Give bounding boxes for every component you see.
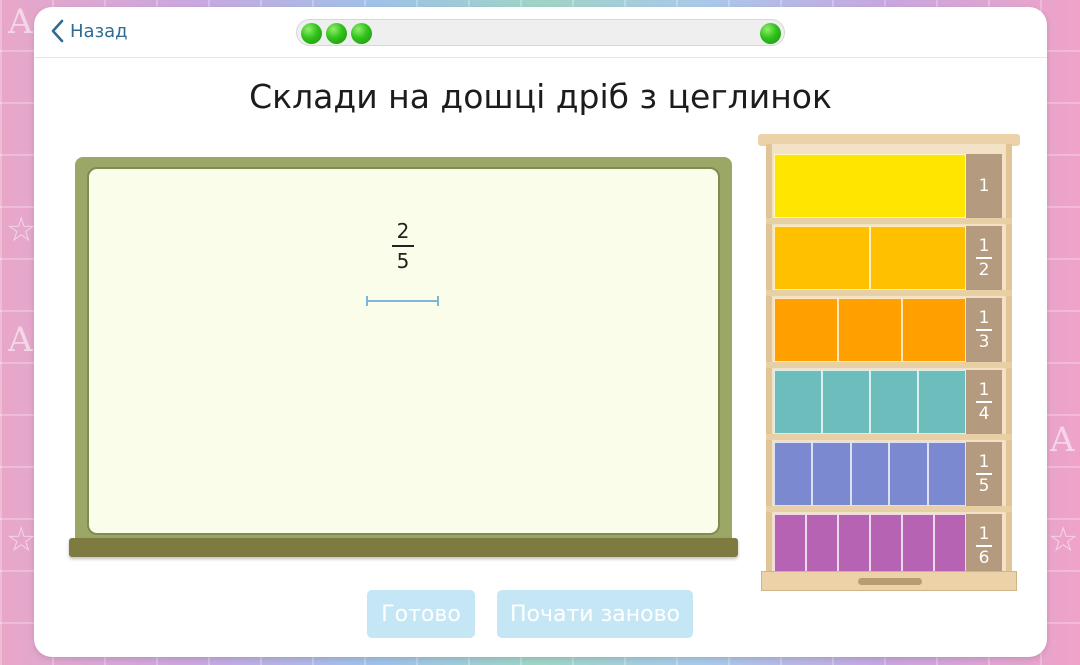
- target-fraction: 2 5: [392, 219, 414, 273]
- header-bar: Назад: [34, 7, 1047, 58]
- back-button[interactable]: Назад: [50, 19, 128, 43]
- done-button[interactable]: Готово: [367, 590, 475, 638]
- brick-group: [774, 226, 966, 290]
- brick-group: [774, 298, 966, 362]
- fraction-brick[interactable]: [774, 514, 806, 578]
- background-star-icon: ☆: [6, 210, 37, 250]
- chalkboard-ledge: [69, 538, 738, 557]
- fraction-brick[interactable]: [850, 442, 890, 506]
- brick-label-value: 1: [978, 176, 990, 196]
- fraction-bar: [392, 245, 414, 247]
- shelf-plank: [766, 218, 1012, 224]
- background-star-icon: ☆: [6, 520, 37, 560]
- shelf-row: 1: [766, 154, 1012, 224]
- shelf-plank: [766, 506, 1012, 512]
- brick-group: [774, 514, 966, 578]
- fraction-brick[interactable]: [902, 298, 966, 362]
- chalkboard-frame: [75, 157, 732, 546]
- fraction-brick[interactable]: [934, 514, 966, 578]
- fraction-brick[interactable]: [774, 298, 838, 362]
- brick-label: 14: [966, 370, 1002, 434]
- fraction-brick[interactable]: [774, 370, 822, 434]
- brick-label-bar: [976, 257, 992, 259]
- fraction-brick[interactable]: [774, 442, 813, 506]
- fraction-brick[interactable]: [870, 514, 902, 578]
- progress-end-dot: [760, 23, 781, 44]
- fraction-brick[interactable]: [806, 514, 838, 578]
- restart-button[interactable]: Почати заново: [497, 590, 693, 638]
- fraction-brick[interactable]: [822, 370, 870, 434]
- fraction-numerator: 2: [396, 219, 410, 243]
- brick-label: 16: [966, 514, 1002, 578]
- fraction-brick[interactable]: [774, 154, 966, 218]
- brick-label-bar: [976, 473, 992, 475]
- exercise-card: Назад Склади на дошці дріб з цеглинок 2 …: [34, 7, 1047, 657]
- fraction-brick[interactable]: [927, 442, 967, 506]
- shelf-plank: [766, 362, 1012, 368]
- brick-label: 1: [966, 154, 1002, 218]
- brick-label-numerator: 1: [978, 452, 990, 472]
- brick-label-numerator: 1: [978, 308, 990, 328]
- chevron-left-icon: [51, 19, 64, 43]
- shelf-row: 13: [766, 298, 1012, 368]
- back-label: Назад: [70, 20, 128, 42]
- brick-label-bar: [976, 401, 992, 403]
- brick-label-denominator: 5: [978, 476, 990, 496]
- brick-label-bar: [976, 545, 992, 547]
- brick-group: [774, 154, 966, 218]
- fraction-brick[interactable]: [870, 226, 966, 290]
- background-letter-icon: A: [8, 2, 33, 42]
- brick-label-numerator: 1: [978, 236, 990, 256]
- brick-group: [774, 442, 967, 506]
- shelf-row: 12: [766, 226, 1012, 296]
- brick-label-denominator: 4: [978, 404, 990, 424]
- shelf-plank: [766, 434, 1012, 440]
- fraction-brick[interactable]: [889, 442, 928, 506]
- progress-dot: [351, 23, 372, 44]
- page-title: Склади на дошці дріб з цеглинок: [249, 77, 832, 116]
- brick-label-bar: [976, 329, 992, 331]
- fraction-brick[interactable]: [812, 442, 851, 506]
- shelf-base: [761, 571, 1017, 591]
- shelf-plank: [766, 290, 1012, 296]
- fraction-brick[interactable]: [838, 514, 870, 578]
- background-letter-icon: A: [1050, 420, 1075, 460]
- fraction-brick[interactable]: [918, 370, 966, 434]
- progress-bar: [296, 19, 785, 46]
- fraction-brick[interactable]: [870, 370, 918, 434]
- progress-dot: [301, 23, 322, 44]
- brick-label-denominator: 6: [978, 548, 990, 568]
- fraction-denominator: 5: [396, 249, 410, 273]
- brick-group: [774, 370, 966, 434]
- brick-label-denominator: 2: [978, 260, 990, 280]
- background-star-icon: ☆: [1048, 520, 1079, 560]
- brick-drop-slot[interactable]: [366, 295, 439, 307]
- fraction-brick[interactable]: [838, 298, 902, 362]
- brick-label-numerator: 1: [978, 380, 990, 400]
- brick-label: 13: [966, 298, 1002, 362]
- brick-label-denominator: 3: [978, 332, 990, 352]
- fraction-brick[interactable]: [902, 514, 934, 578]
- brick-label: 15: [966, 442, 1002, 506]
- progress-dot: [326, 23, 347, 44]
- shelf-row: 14: [766, 370, 1012, 440]
- brick-label: 12: [966, 226, 1002, 290]
- brick-shelf: 11213141516: [758, 134, 1020, 591]
- shelf-row: 15: [766, 442, 1012, 512]
- background-letter-icon: A: [8, 320, 33, 360]
- fraction-brick[interactable]: [774, 226, 870, 290]
- drawer-handle: [858, 578, 922, 585]
- brick-label-numerator: 1: [978, 524, 990, 544]
